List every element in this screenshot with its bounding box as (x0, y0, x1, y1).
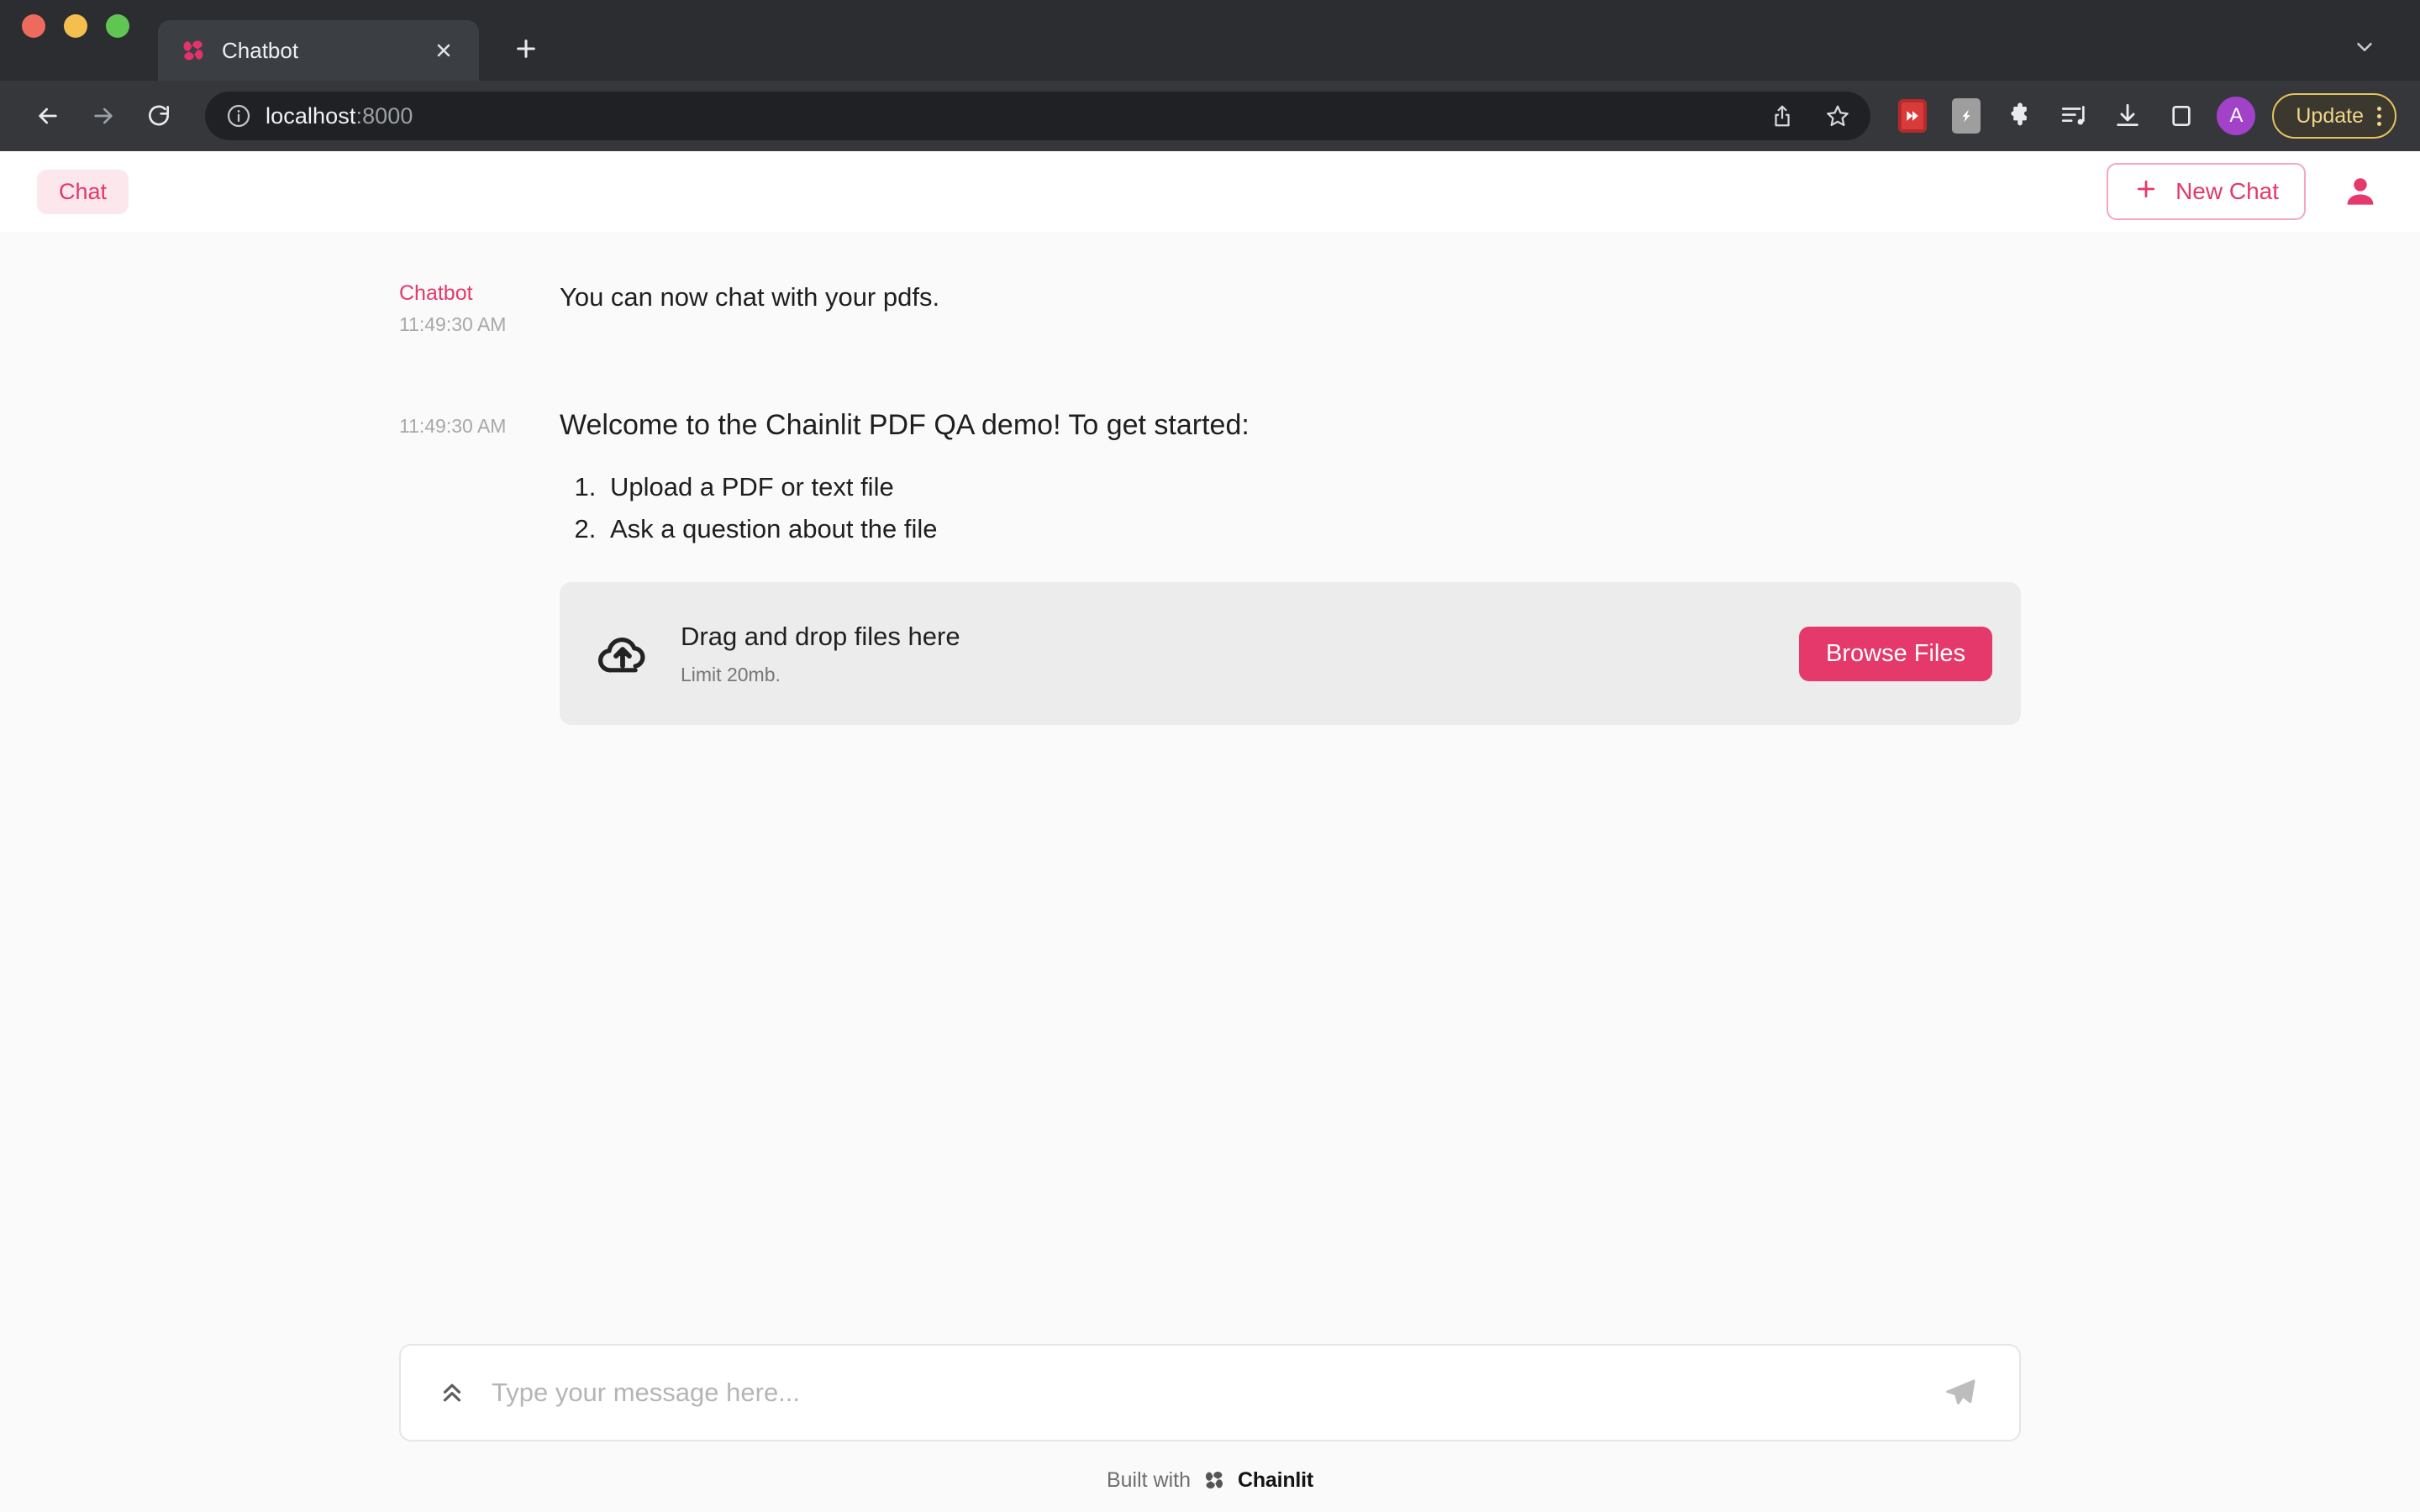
browser-tabstrip: Chatbot (0, 0, 2420, 81)
message-text: Welcome to the Chainlit PDF QA demo! To … (560, 408, 1249, 441)
message-ordered-list: Upload a PDF or text file Ask a question… (560, 466, 2021, 550)
browser-tab[interactable]: Chatbot (158, 20, 479, 81)
new-tab-button[interactable] (502, 25, 550, 72)
message-meta: Chatbot 11:49:30 AM (399, 279, 550, 339)
tab-title: Chatbot (222, 37, 299, 63)
tab-chat[interactable]: Chat (37, 169, 129, 214)
video-downloader-extension-icon[interactable] (1891, 94, 1934, 138)
update-button-label: Update (2296, 103, 2364, 128)
composer-area (0, 1344, 2420, 1448)
app-footer: Built with Chainlit (0, 1448, 2420, 1512)
list-item: Upload a PDF or text file (603, 466, 2021, 508)
file-dropzone[interactable]: Drag and drop files here Limit 20mb. Bro… (560, 582, 2021, 726)
message-timestamp: 11:49:30 AM (399, 313, 507, 336)
url-text: localhost:8000 (266, 103, 1748, 129)
share-icon[interactable] (1761, 95, 1803, 137)
send-paper-plane-icon[interactable] (1939, 1371, 1982, 1415)
forward-button[interactable] (79, 92, 128, 140)
close-tab-button[interactable] (427, 34, 460, 67)
footer-prefix: Built with (1106, 1467, 1191, 1492)
message-meta: 11:49:30 AM (399, 405, 550, 726)
list-item: Ask a question about the file (603, 508, 2021, 550)
star-icon[interactable] (1817, 95, 1859, 137)
browser-window: Chatbot localhost:8000 A Update Chat New… (0, 0, 2420, 1512)
url-port: :8000 (355, 102, 413, 129)
message-text: You can now chat with your pdfs. (560, 282, 940, 312)
chat-message: Chatbot 11:49:30 AM You can now chat wit… (399, 279, 2021, 339)
grammar-extension-icon[interactable] (1944, 94, 1988, 138)
cloud-upload-icon (595, 626, 650, 681)
downloads-icon[interactable] (2106, 94, 2149, 138)
plus-icon (2133, 176, 2159, 207)
message-timestamp: 11:49:30 AM (399, 414, 507, 437)
app-header: Chat New Chat (0, 151, 2420, 232)
chainlit-app: Chat New Chat Chatbot 11:49:30 AM You ca… (0, 151, 2420, 1512)
browse-files-button[interactable]: Browse Files (1799, 626, 1992, 681)
user-avatar-icon[interactable] (2334, 165, 2386, 218)
update-button[interactable]: Update (2272, 93, 2396, 139)
message-author: Chatbot (399, 281, 473, 305)
dropzone-title: Drag and drop files here (681, 622, 960, 652)
chainlit-logo-icon (180, 37, 207, 64)
chevron-down-icon[interactable] (2346, 29, 2383, 66)
back-button[interactable] (24, 92, 72, 140)
message-input[interactable] (473, 1378, 1939, 1408)
message-body: Welcome to the Chainlit PDF QA demo! To … (550, 405, 2021, 726)
puzzle-extension-icon[interactable] (1998, 94, 2042, 138)
reload-button[interactable] (134, 92, 183, 140)
chainlit-logo-icon (1202, 1468, 1226, 1492)
kebab-menu-icon[interactable] (2377, 106, 2381, 126)
footer-brand: Chainlit (1237, 1467, 1314, 1492)
reading-list-icon[interactable] (2052, 94, 2096, 138)
chat-message-list[interactable]: Chatbot 11:49:30 AM You can now chat wit… (0, 232, 2420, 1344)
minimize-window-button[interactable] (64, 14, 87, 38)
double-chevron-up-icon[interactable] (431, 1372, 473, 1414)
message-body: You can now chat with your pdfs. (550, 279, 2021, 339)
info-circle-icon[interactable] (225, 102, 252, 129)
maximize-window-button[interactable] (106, 14, 129, 38)
close-window-button[interactable] (22, 14, 45, 38)
side-panel-icon[interactable] (2160, 94, 2203, 138)
message-composer[interactable] (399, 1344, 2021, 1441)
address-bar[interactable]: localhost:8000 (205, 92, 1871, 140)
dropzone-text: Drag and drop files here Limit 20mb. (650, 620, 1799, 687)
window-controls (22, 0, 129, 81)
new-chat-button[interactable]: New Chat (2107, 163, 2306, 220)
chat-message: 11:49:30 AM Welcome to the Chainlit PDF … (399, 405, 2021, 726)
profile-avatar[interactable]: A (2217, 97, 2256, 135)
dropzone-subtitle: Limit 20mb. (681, 663, 781, 685)
new-chat-label: New Chat (2175, 178, 2279, 204)
browser-toolbar: localhost:8000 A Update (0, 81, 2420, 151)
url-host: localhost (266, 102, 356, 129)
